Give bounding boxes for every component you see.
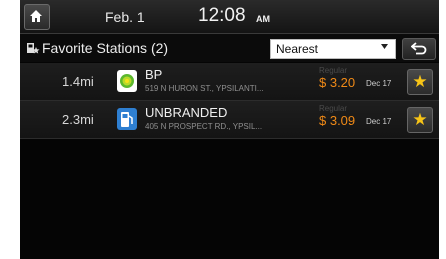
back-button[interactable] <box>402 38 436 60</box>
station-address: 405 N PROSPECT RD., YPSIL... <box>145 122 263 131</box>
page-title: Favorite Stations (2) <box>42 40 169 56</box>
station-distance: 1.4mi <box>62 74 94 89</box>
star-icon: ★ <box>412 110 428 129</box>
navigation-screen: Feb. 1 12:08 AM Favorite Stations (2) Ne… <box>20 0 439 259</box>
chevron-down-icon <box>381 44 388 49</box>
fuel-price: $ 3.20 <box>319 75 356 90</box>
status-bar: Feb. 1 12:08 AM <box>20 0 439 34</box>
favorite-star-button[interactable]: ★ <box>407 107 433 133</box>
status-ampm: AM <box>256 14 270 24</box>
favorite-stations-icon <box>27 43 40 54</box>
sort-dropdown[interactable]: Nearest <box>270 39 396 59</box>
fuel-grade: Regular <box>319 104 348 113</box>
fuel-grade: Regular <box>319 66 348 75</box>
fuel-pump-icon <box>117 108 137 130</box>
star-icon: ★ <box>412 72 428 91</box>
status-time: 12:08 <box>198 5 246 26</box>
list-header: Favorite Stations (2) Nearest <box>20 34 439 62</box>
station-name: UNBRANDED <box>145 105 228 120</box>
price-date: Dec 17 <box>366 117 392 126</box>
station-name: BP <box>145 67 163 82</box>
home-button[interactable] <box>24 4 50 30</box>
favorite-star-button[interactable]: ★ <box>407 69 433 95</box>
station-row[interactable]: 1.4mi BP 519 N HURON ST., YPSILANTI... R… <box>20 63 439 101</box>
fuel-price: $ 3.09 <box>319 113 356 128</box>
bp-logo-icon <box>117 70 137 92</box>
station-distance: 2.3mi <box>62 112 94 127</box>
status-date: Feb. 1 <box>105 9 145 25</box>
price-date: Dec 17 <box>366 79 392 88</box>
home-icon <box>30 10 42 22</box>
station-address: 519 N HURON ST., YPSILANTI... <box>145 84 264 93</box>
sort-value: Nearest <box>276 42 319 56</box>
station-row[interactable]: 2.3mi UNBRANDED 405 N PROSPECT RD., YPSI… <box>20 101 439 139</box>
back-arrow-icon <box>411 42 427 55</box>
